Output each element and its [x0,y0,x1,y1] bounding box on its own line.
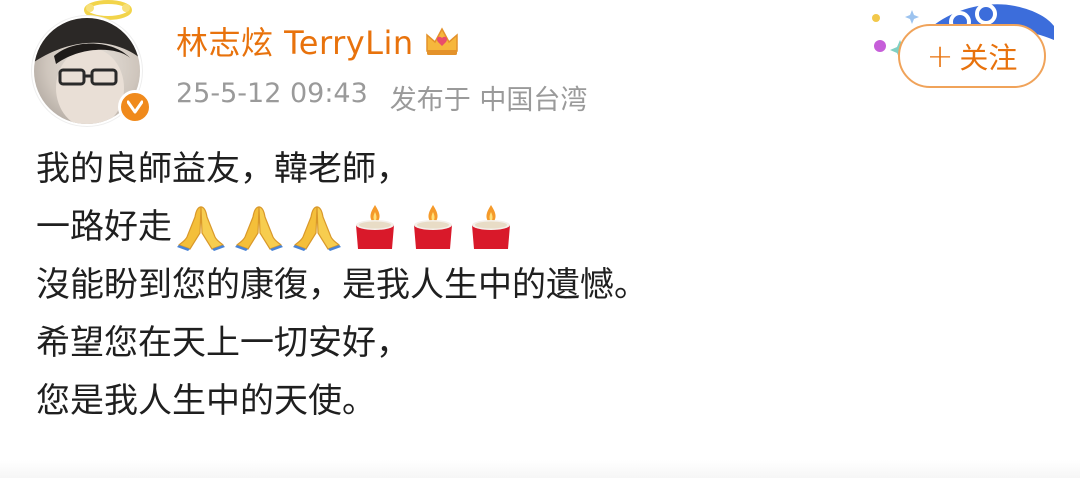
emoji-group [176,203,516,251]
post-line: 一路好走 [36,198,1036,256]
candle-icon [356,205,394,249]
post-source: 发布于 中国台湾 [389,85,588,116]
post-line: 我的良師益友，韓老師， [36,140,1036,198]
post-timestamp: 25-5-12 09:43 [176,78,368,109]
post-meta: 25-5-12 09:43 发布于 中国台湾 [176,78,587,117]
crown-icon[interactable] [424,25,460,57]
folded-hands-icon [293,206,341,251]
username[interactable]: 林志炫 TerryLin [176,18,414,64]
post-line-text: 希望您在天上一切安好， [36,323,410,363]
post-content: 我的良師益友，韓老師， 一路好走 沒能盼到您的康復，是我人生中的遺憾。 希望您在… [36,140,1036,430]
post-line-text: 沒能盼到您的康復，是我人生中的遺憾。 [36,265,648,305]
post-line: 沒能盼到您的康復，是我人生中的遺憾。 [36,256,1036,314]
bottom-divider [0,460,1080,478]
verified-badge-icon [118,90,152,124]
avatar-container[interactable] [18,0,152,124]
folded-hands-icon [235,206,283,251]
candle-icon [414,205,452,249]
plus-icon: + [926,37,954,75]
post-line-text: 一路好走 [36,207,172,247]
candle-icon [472,205,510,249]
post-line-text: 您是我人生中的天使。 [36,381,376,421]
username-row: 林志炫 TerryLin [176,18,460,64]
follow-button-label: 关注 [959,41,1018,75]
post-line-text: 我的良師益友，韓老師， [36,149,410,189]
post-line: 希望您在天上一切安好， [36,314,1036,372]
folded-hands-icon [177,206,225,251]
post-line: 您是我人生中的天使。 [36,372,1036,430]
follow-button[interactable]: + 关注 [898,24,1046,88]
